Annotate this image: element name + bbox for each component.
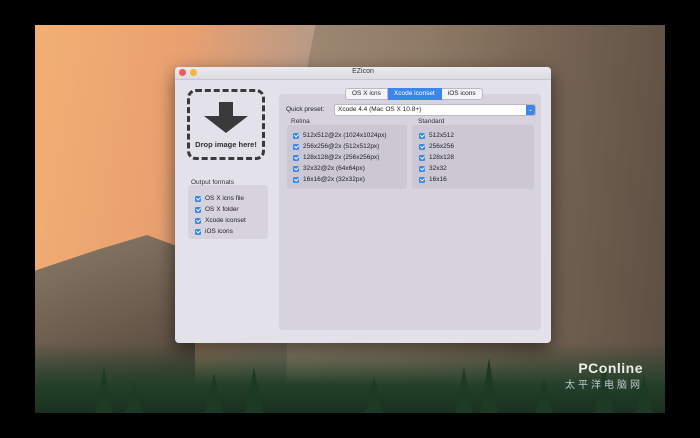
standard-title: Standard: [418, 118, 445, 125]
output-format-checkbox-1[interactable]: OS X folder: [195, 204, 246, 215]
tab-xcode-iconset[interactable]: Xcode iconset: [387, 88, 442, 100]
standard-size-checkbox-label: 256x256: [429, 143, 454, 150]
quick-preset-select[interactable]: Xcode 4.4 (Mac OS X 10.8+) ⌄: [334, 104, 536, 116]
retina-size-checkbox-label: 32x32@2x (64x64px): [303, 165, 365, 172]
standard-list: 512x512 256x256 128x128 32x32 16x16: [419, 130, 454, 185]
retina-size-checkbox-label: 16x16@2x (32x32px): [303, 176, 365, 183]
output-format-checkbox-0[interactable]: OS X icns file: [195, 193, 246, 204]
standard-size-checkbox-0[interactable]: 512x512: [419, 130, 454, 141]
output-formats-title: Output formats: [191, 179, 234, 186]
checkmark-icon[interactable]: [419, 165, 425, 172]
watermark-subtitle: 太平洋电脑网: [565, 380, 643, 391]
output-format-checkbox-label: Xcode iconset: [205, 217, 246, 224]
standard-size-checkbox-label: 32x32: [429, 165, 447, 172]
checkmark-icon[interactable]: [293, 176, 299, 183]
standard-size-checkbox-label: 128x128: [429, 154, 454, 161]
tab-os-x-icns[interactable]: OS X icns: [345, 88, 388, 100]
checkmark-icon[interactable]: [419, 132, 425, 139]
checkmark-icon[interactable]: [195, 217, 201, 224]
checkmark-icon[interactable]: [195, 195, 201, 202]
image-drop-zone[interactable]: Drop image here!: [187, 89, 265, 160]
retina-size-checkbox-3[interactable]: 32x32@2x (64x64px): [293, 163, 387, 174]
checkmark-icon[interactable]: [419, 176, 425, 183]
retina-size-checkbox-label: 256x256@2x (512x512px): [303, 143, 380, 150]
retina-title: Retina: [291, 118, 310, 125]
checkmark-icon[interactable]: [419, 143, 425, 150]
quick-preset-label: Quick preset:: [286, 106, 325, 113]
retina-list: 512x512@2x (1024x1024px) 256x256@2x (512x…: [293, 130, 387, 185]
standard-size-checkbox-3[interactable]: 32x32: [419, 163, 454, 174]
drop-zone-label: Drop image here!: [195, 140, 257, 149]
output-format-checkbox-3[interactable]: iOS icons: [195, 226, 246, 237]
output-format-checkbox-label: OS X icns file: [205, 195, 245, 202]
down-arrow-icon: [219, 102, 233, 116]
tab-ios-icons[interactable]: iOS icons: [441, 88, 483, 100]
output-formats-list: OS X icns file OS X folder Xcode iconset iO…: [195, 193, 246, 237]
tab-bar: OS X icns Xcode iconset iOS icons: [345, 88, 483, 100]
checkmark-icon[interactable]: [293, 143, 299, 150]
checkmark-icon[interactable]: [293, 154, 299, 161]
output-format-checkbox-2[interactable]: Xcode iconset: [195, 215, 246, 226]
retina-size-checkbox-0[interactable]: 512x512@2x (1024x1024px): [293, 130, 387, 141]
retina-size-checkbox-4[interactable]: 16x16@2x (32x32px): [293, 174, 387, 185]
title-bar[interactable]: EZicon: [175, 67, 551, 80]
down-arrow-icon-head: [204, 116, 248, 133]
watermark: PConline 太平洋电脑网: [565, 360, 643, 391]
standard-size-checkbox-2[interactable]: 128x128: [419, 152, 454, 163]
checkmark-icon[interactable]: [195, 206, 201, 213]
retina-size-checkbox-1[interactable]: 256x256@2x (512x512px): [293, 141, 387, 152]
output-format-checkbox-label: iOS icons: [205, 228, 233, 235]
checkmark-icon[interactable]: [293, 165, 299, 172]
standard-size-checkbox-label: 512x512: [429, 132, 454, 139]
chevron-down-icon[interactable]: ⌄: [526, 105, 535, 115]
checkmark-icon[interactable]: [195, 228, 201, 235]
quick-preset-value: Xcode 4.4 (Mac OS X 10.8+): [338, 106, 422, 113]
retina-size-checkbox-label: 512x512@2x (1024x1024px): [303, 132, 387, 139]
checkmark-icon[interactable]: [419, 154, 425, 161]
standard-size-checkbox-label: 16x16: [429, 176, 447, 183]
retina-size-checkbox-2[interactable]: 128x128@2x (256x256px): [293, 152, 387, 163]
watermark-brand: PConline: [578, 360, 643, 376]
standard-size-checkbox-4[interactable]: 16x16: [419, 174, 454, 185]
standard-size-checkbox-1[interactable]: 256x256: [419, 141, 454, 152]
checkmark-icon[interactable]: [293, 132, 299, 139]
window-title: EZicon: [352, 68, 374, 75]
retina-size-checkbox-label: 128x128@2x (256x256px): [303, 154, 380, 161]
output-format-checkbox-label: OS X folder: [205, 206, 239, 213]
app-window: EZicon Drop image here! Output formats O…: [175, 67, 551, 343]
